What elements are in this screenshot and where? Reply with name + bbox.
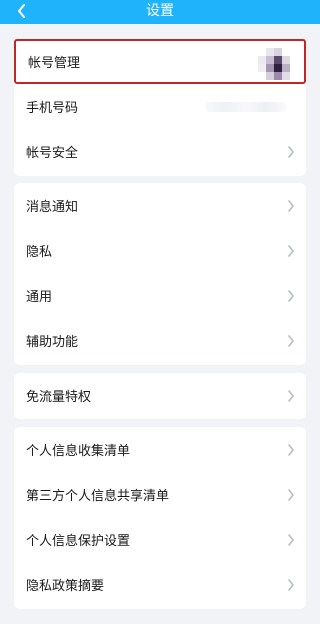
chevron-right-icon bbox=[288, 578, 294, 591]
chevron-right-icon bbox=[288, 533, 294, 546]
phone-number-value bbox=[206, 101, 286, 112]
personal-info-protection-row[interactable]: 个人信息保护设置 bbox=[14, 517, 306, 562]
chevron-right-icon bbox=[288, 199, 294, 212]
settings-group-general: 消息通知 隐私 通用 辅助功能 bbox=[14, 183, 306, 365]
privacy-policy-summary-row[interactable]: 隐私政策摘要 bbox=[14, 562, 306, 607]
privacy-row[interactable]: 隐私 bbox=[14, 228, 306, 273]
row-label: 隐私 bbox=[26, 245, 53, 260]
chevron-right-icon bbox=[288, 488, 294, 501]
row-label: 第三方个人信息共享清单 bbox=[26, 489, 170, 504]
row-label: 个人信息保护设置 bbox=[26, 534, 131, 549]
row-label: 消息通知 bbox=[26, 200, 79, 215]
row-label: 隐私政策摘要 bbox=[26, 579, 105, 594]
chevron-right-icon bbox=[288, 443, 294, 456]
account-management-row[interactable]: 帐号管理 bbox=[14, 39, 306, 84]
settings-group-account: 帐号管理 手机号码 帐号安全 bbox=[14, 39, 306, 176]
accessibility-row[interactable]: 辅助功能 bbox=[14, 318, 306, 363]
message-notification-row[interactable]: 消息通知 bbox=[14, 183, 306, 228]
settings-group-personal-info: 个人信息收集清单 第三方个人信息共享清单 个人信息保护设置 隐私政策摘要 bbox=[14, 427, 306, 609]
settings-group-data: 免流量特权 bbox=[14, 373, 306, 419]
row-label: 免流量特权 bbox=[26, 390, 92, 405]
chevron-right-icon bbox=[288, 244, 294, 257]
chevron-right-icon bbox=[288, 334, 294, 347]
phone-number-row[interactable]: 手机号码 bbox=[14, 84, 306, 129]
row-label: 帐号管理 bbox=[28, 56, 81, 71]
row-label: 帐号安全 bbox=[26, 146, 79, 161]
chevron-right-icon bbox=[288, 389, 294, 402]
row-label: 辅助功能 bbox=[26, 335, 79, 350]
row-label: 手机号码 bbox=[26, 101, 79, 116]
chevron-right-icon bbox=[288, 289, 294, 302]
avatar[interactable] bbox=[258, 48, 292, 80]
third-party-sharing-list-row[interactable]: 第三方个人信息共享清单 bbox=[14, 472, 306, 517]
account-security-row[interactable]: 帐号安全 bbox=[14, 129, 306, 174]
chevron-right-icon bbox=[288, 145, 294, 158]
settings-screen: 设置 帐号管理 手机号码 帐号安全 消息通知 隐私 通用 辅助功能 免流量特权 … bbox=[0, 0, 320, 624]
page-title: 设置 bbox=[146, 3, 174, 19]
personal-info-collection-list-row[interactable]: 个人信息收集清单 bbox=[14, 427, 306, 472]
free-data-privilege-row[interactable]: 免流量特权 bbox=[14, 373, 306, 418]
row-label: 通用 bbox=[26, 290, 53, 305]
general-row[interactable]: 通用 bbox=[14, 273, 306, 318]
row-label: 个人信息收集清单 bbox=[26, 444, 131, 459]
top-bar: 设置 bbox=[0, 0, 320, 24]
